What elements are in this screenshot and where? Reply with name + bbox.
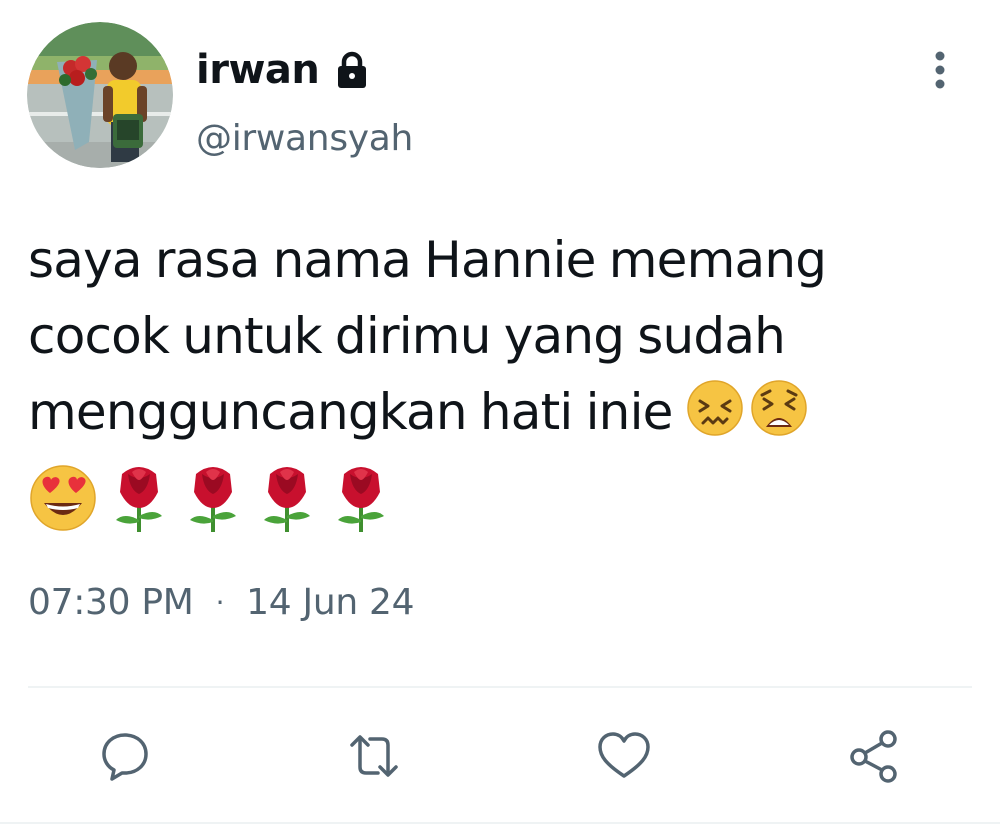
like-button[interactable] bbox=[594, 726, 654, 786]
rose-icon bbox=[178, 462, 248, 538]
more-vertical-icon bbox=[935, 51, 945, 89]
action-bar bbox=[0, 716, 1000, 796]
retweet-button[interactable] bbox=[344, 726, 404, 786]
tweet-date[interactable]: 14 Jun 24 bbox=[246, 582, 414, 623]
confounded-face-icon bbox=[686, 379, 744, 458]
tweet-text-line: cocok untuk dirimu yang sudah bbox=[28, 307, 786, 365]
share-button[interactable] bbox=[844, 726, 904, 786]
meta-separator: · bbox=[215, 586, 225, 619]
tweet-text-line: saya rasa nama Hannie memang bbox=[28, 231, 827, 289]
bottom-divider bbox=[0, 822, 1000, 824]
tweet-meta: 07:30 PM · 14 Jun 24 bbox=[28, 582, 415, 623]
rose-icon bbox=[104, 462, 174, 538]
name-row: irwan bbox=[196, 42, 369, 98]
display-name[interactable]: irwan bbox=[196, 47, 320, 93]
share-icon bbox=[850, 730, 897, 783]
rose-icon bbox=[252, 462, 322, 538]
like-icon bbox=[598, 732, 650, 778]
rose-icon bbox=[326, 462, 396, 538]
tweet-text: saya rasa nama Hannie memang cocok untuk… bbox=[28, 222, 973, 458]
tweet-text-line-with-emoji: mengguncangkan hati inie bbox=[28, 374, 973, 458]
more-options-button[interactable] bbox=[920, 46, 960, 94]
reply-icon bbox=[102, 733, 148, 781]
avatar[interactable] bbox=[27, 22, 173, 168]
tweet-card: irwan @irwansyah saya rasa nama Hannie m… bbox=[0, 0, 1000, 839]
tweet-time[interactable]: 07:30 PM bbox=[28, 582, 194, 623]
tweet-text-line: mengguncangkan hati inie bbox=[28, 383, 673, 441]
divider bbox=[28, 686, 972, 688]
heart-eyes-face-icon bbox=[28, 463, 98, 537]
emoji-row bbox=[28, 462, 396, 538]
reply-button[interactable] bbox=[95, 726, 155, 786]
avatar-image bbox=[27, 22, 173, 168]
lock-icon bbox=[335, 50, 369, 90]
tired-face-icon bbox=[750, 379, 808, 458]
retweet-icon bbox=[350, 735, 398, 777]
user-handle[interactable]: @irwansyah bbox=[196, 118, 413, 159]
